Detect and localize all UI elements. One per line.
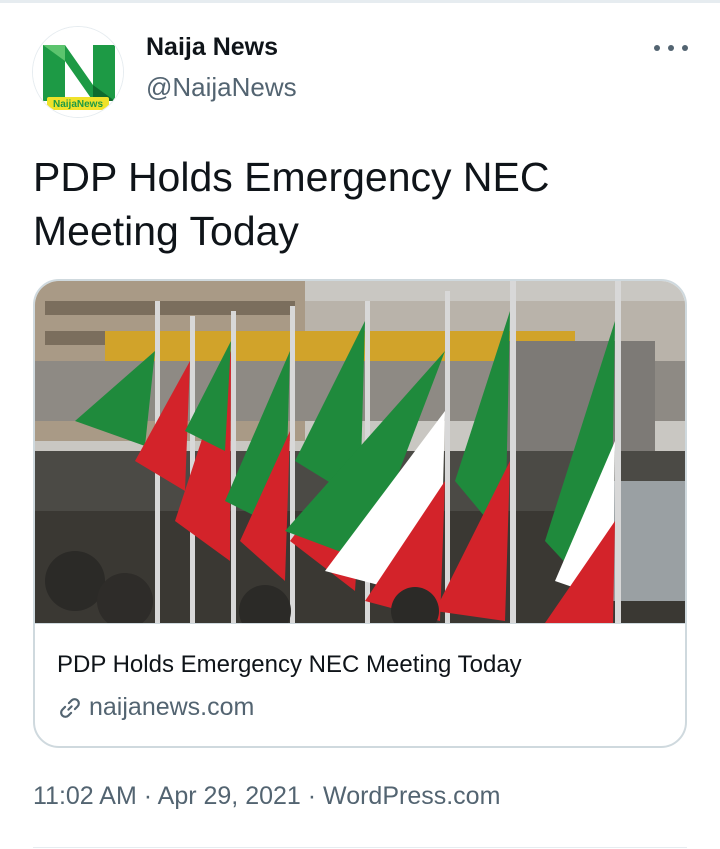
card-image <box>35 281 685 623</box>
avatar[interactable]: NaijaNews <box>32 26 124 118</box>
dot-icon <box>682 45 688 51</box>
top-divider <box>0 0 720 3</box>
dot-icon <box>654 45 660 51</box>
logo-text: NaijaNews <box>53 99 103 110</box>
link-preview-card[interactable]: PDP Holds Emergency NEC Meeting Today na… <box>33 279 687 748</box>
tweet-source[interactable]: WordPress.com <box>323 782 500 810</box>
tweet-metadata: 11:02 AM · Apr 29, 2021 · WordPress.com <box>33 782 500 811</box>
tweet-text: PDP Holds Emergency NEC Meeting Today <box>33 154 550 254</box>
meta-separator: · <box>143 782 153 810</box>
card-title[interactable]: PDP Holds Emergency NEC Meeting Today <box>57 651 522 679</box>
user-handle[interactable]: @NaijaNews <box>146 72 297 103</box>
link-icon <box>60 697 80 718</box>
bottom-divider <box>33 847 687 848</box>
card-divider <box>35 623 685 624</box>
display-name[interactable]: Naija News <box>146 33 278 62</box>
tweet-date[interactable]: Apr 29, 2021 <box>158 782 301 810</box>
more-options-button[interactable] <box>654 35 688 61</box>
dot-icon <box>668 45 674 51</box>
naija-news-logo-icon: NaijaNews <box>33 27 123 117</box>
meta-separator: · <box>307 782 317 810</box>
tweet-time[interactable]: 11:02 AM <box>33 782 137 810</box>
card-domain-text: naijanews.com <box>89 693 255 721</box>
card-domain[interactable]: naijanews.com <box>57 693 254 722</box>
